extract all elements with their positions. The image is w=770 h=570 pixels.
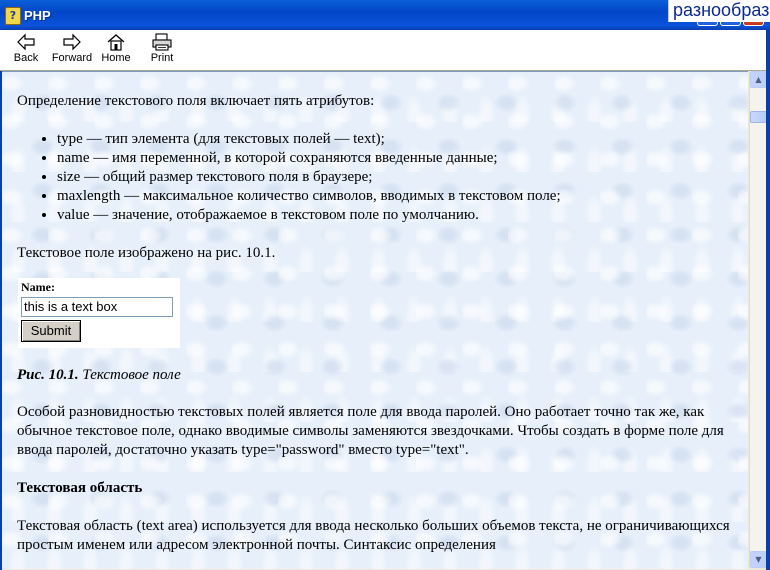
home-icon	[107, 34, 125, 51]
forward-label: Forward	[51, 52, 93, 64]
back-label: Back	[13, 52, 39, 64]
list-item: value — значение, отображаемое в текстов…	[57, 206, 742, 225]
scrollbar-thumb[interactable]	[750, 111, 767, 123]
overlay-text-fragment: разнообраз	[668, 0, 770, 22]
attribute-list: type — тип элемента (для текстовых полей…	[17, 130, 742, 225]
textarea-paragraph: Текстовая область (text area) использует…	[17, 518, 730, 553]
scroll-down-arrow-icon[interactable]: ▼	[750, 551, 767, 568]
text-box-demo: Name: this is a text box Submit	[18, 278, 180, 348]
list-item: size — общий размер текстового поля в бр…	[57, 168, 742, 187]
printer-icon	[152, 33, 172, 51]
scroll-up-arrow-icon[interactable]: ▲	[750, 71, 767, 88]
caption-text: Текстовое поле	[78, 367, 181, 383]
home-label: Home	[101, 52, 131, 64]
forward-button[interactable]: Forward	[50, 32, 94, 68]
demo-submit-button[interactable]: Submit	[21, 320, 81, 342]
demo-name-label: Name:	[21, 280, 55, 294]
list-item: maxlength — максимальное количество симв…	[57, 187, 742, 206]
help-app-icon: ?	[5, 7, 21, 25]
back-arrow-icon	[17, 33, 35, 51]
password-paragraph: Особой разновидностью текстовых полей яв…	[17, 404, 724, 458]
title-bar: ? PHP	[0, 0, 770, 30]
print-label: Print	[150, 52, 174, 64]
window-title: PHP	[24, 8, 51, 23]
document-body: Определение текстового поля включает пят…	[17, 92, 742, 555]
print-button[interactable]: Print	[144, 32, 180, 68]
demo-text-input[interactable]: this is a text box	[21, 297, 173, 317]
forward-arrow-icon	[63, 33, 81, 51]
toolbar: Back Forward Home Print	[0, 30, 770, 71]
figure-caption: Рис. 10.1. Текстовое поле	[17, 366, 742, 385]
list-item: type — тип элемента (для текстовых полей…	[57, 130, 742, 149]
figure-reference: Текстовое поле изображено на рис. 10.1.	[17, 245, 276, 261]
section-heading: Текстовая область	[17, 480, 143, 496]
home-button[interactable]: Home	[98, 32, 134, 68]
intro-paragraph: Определение текстового поля включает пят…	[17, 93, 375, 109]
list-item: name — имя переменной, в которой сохраня…	[57, 149, 742, 168]
caption-number: Рис. 10.1.	[17, 367, 79, 383]
vertical-scrollbar[interactable]: ▲ ▼	[749, 71, 767, 568]
back-button[interactable]: Back	[10, 32, 42, 68]
content-pane: Определение текстового поля включает пят…	[2, 71, 748, 569]
window-frame-right	[766, 30, 770, 570]
